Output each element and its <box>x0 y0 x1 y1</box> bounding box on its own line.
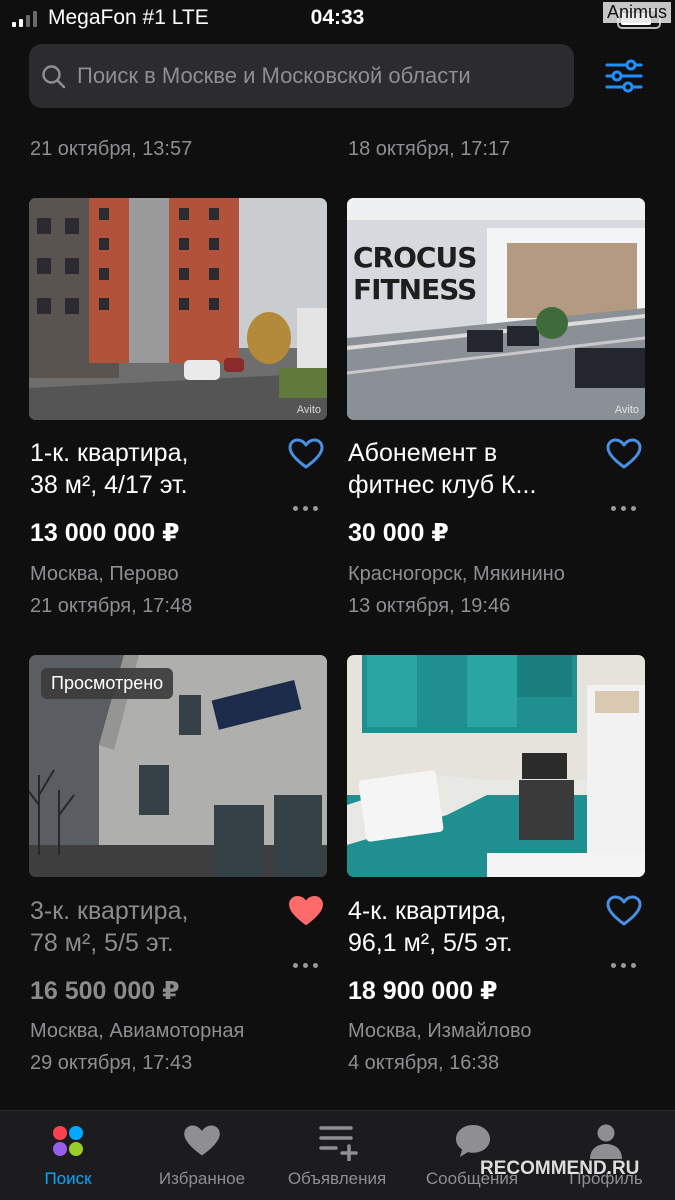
listing-price: 16 500 000 ₽ <box>30 977 180 1005</box>
listing-photo[interactable] <box>347 655 645 877</box>
search-dots-icon <box>53 1126 83 1156</box>
listing-title[interactable]: 3-к. квартира, 78 м², 5/5 эт. <box>30 895 280 959</box>
tab-label: Избранное <box>158 1169 246 1188</box>
listing-date: 4 октября, 16:38 <box>348 1052 500 1074</box>
search-icon <box>42 65 66 89</box>
heart-icon <box>184 1125 220 1156</box>
tab-listings[interactable]: Объявления <box>276 1111 398 1200</box>
listing-price: 13 000 000 ₽ <box>30 519 180 547</box>
more-options-icon[interactable] <box>611 961 637 969</box>
listing-title-line: 96,1 м², 5/5 эт. <box>348 929 513 957</box>
favorite-heart-icon[interactable] <box>606 438 642 470</box>
chat-bubble-icon <box>456 1125 490 1157</box>
tab-search[interactable]: Поиск <box>8 1111 128 1200</box>
favorite-heart-filled-icon[interactable] <box>288 895 324 927</box>
tab-messages[interactable]: Сообщения <box>412 1111 532 1200</box>
tab-label: Поиск <box>44 1169 92 1188</box>
listing-date: 21 октября, 13:57 <box>30 138 193 160</box>
status-time: 04:33 <box>310 6 365 29</box>
profile-icon <box>590 1124 622 1159</box>
listing-date: 13 октября, 19:46 <box>348 595 511 617</box>
listing-location: Москва, Перово <box>30 563 179 585</box>
listing-location: Москва, Авиамоторная <box>30 1020 245 1042</box>
listing-date: 21 октября, 17:48 <box>30 595 193 617</box>
listing-title-line: 78 м², 5/5 эт. <box>30 929 174 957</box>
more-options-icon[interactable] <box>293 961 319 969</box>
filter-sliders-icon[interactable] <box>604 56 644 96</box>
listing-title-line: 3-к. квартира, <box>30 897 189 925</box>
listing-title-line: 38 м², 4/17 эт. <box>30 471 188 499</box>
listing-photo[interactable]: Avito <box>29 198 327 420</box>
favorite-heart-icon[interactable] <box>606 895 642 927</box>
listing-location: Красногорск, Мякинино <box>348 563 565 585</box>
search-bar[interactable]: Поиск в Москве и Московской области <box>29 44 574 108</box>
photo-watermark: Avito <box>614 404 639 416</box>
tab-bar: Поиск Избранное Объявления Сообщения Про… <box>0 1110 675 1200</box>
photo-sign-text: CROCUS <box>353 241 477 274</box>
photo-watermark: Avito <box>296 404 321 416</box>
status-bar: MegaFon #1 LTE 04:33 Animus <box>0 0 675 38</box>
viewed-badge: Просмотрено <box>41 668 174 699</box>
listing-price: 18 900 000 ₽ <box>348 977 498 1005</box>
listing-title[interactable]: Абонемент в фитнес клуб К... <box>348 437 598 501</box>
listing-title-line: 1-к. квартира, <box>30 439 189 467</box>
tab-favorites[interactable]: Избранное <box>142 1111 262 1200</box>
watermark-bottom: RECOMMEND.RU <box>480 1158 640 1179</box>
listing-title-line: фитнес клуб К... <box>348 471 537 499</box>
search-input[interactable]: Поиск в Москве и Московской области <box>77 63 471 89</box>
listing-date: 29 октября, 17:43 <box>30 1052 193 1074</box>
listing-title[interactable]: 4-к. квартира, 96,1 м², 5/5 эт. <box>348 895 598 959</box>
more-options-icon[interactable] <box>611 504 637 512</box>
tab-label: Объявления <box>287 1169 387 1188</box>
favorite-heart-icon[interactable] <box>288 438 324 470</box>
listing-price: 30 000 ₽ <box>348 519 449 547</box>
listing-date: 18 октября, 17:17 <box>348 138 511 160</box>
listing-title[interactable]: 1-к. квартира, 38 м², 4/17 эт. <box>30 437 280 501</box>
watermark-top: Animus <box>602 2 671 23</box>
add-listing-icon <box>319 1126 358 1161</box>
listing-title-line: Абонемент в <box>348 439 498 467</box>
more-options-icon[interactable] <box>293 504 319 512</box>
listing-photo[interactable]: CROCUS FITNESS Avito <box>347 198 645 420</box>
listing-location: Москва, Измайлово <box>348 1020 532 1042</box>
listing-title-line: 4-к. квартира, <box>348 897 507 925</box>
tab-profile[interactable]: Профиль <box>546 1111 666 1200</box>
photo-sign-text: FITNESS <box>353 273 477 306</box>
